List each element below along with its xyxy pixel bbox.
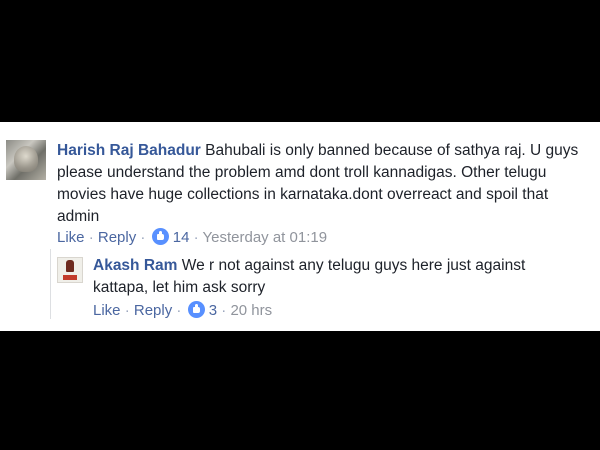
thumbs-up-icon[interactable] <box>151 228 169 245</box>
like-link[interactable]: Like <box>93 302 121 319</box>
separator: · <box>221 302 227 319</box>
comment-actions: Like · Reply · 14 · Yesterday at 01:19 <box>57 228 327 246</box>
timestamp-link[interactable]: 20 hrs <box>230 302 272 319</box>
timestamp-link[interactable]: Yesterday at 01:19 <box>203 229 328 246</box>
reply-author-link[interactable]: Akash Ram <box>93 257 177 274</box>
reaction-count[interactable]: 14 <box>173 229 190 246</box>
avatar[interactable] <box>57 257 83 283</box>
reply-actions: Like · Reply · 3 · 20 hrs <box>93 301 272 319</box>
like-link[interactable]: Like <box>57 229 85 246</box>
avatar[interactable] <box>6 140 46 180</box>
reply-link[interactable]: Reply <box>98 229 136 246</box>
separator: · <box>124 302 130 319</box>
separator: · <box>176 302 182 319</box>
reply-thread-line <box>50 249 51 319</box>
thumbs-up-icon[interactable] <box>187 301 205 318</box>
separator: · <box>193 229 199 246</box>
separator: · <box>88 229 94 246</box>
reply-body: Akash Ram We r not against any telugu gu… <box>93 255 573 299</box>
separator: · <box>140 229 146 246</box>
comment-author-link[interactable]: Harish Raj Bahadur <box>57 142 201 159</box>
reply-link[interactable]: Reply <box>134 302 172 319</box>
reaction-count[interactable]: 3 <box>209 302 217 319</box>
comment-body: Harish Raj Bahadur Bahubali is only bann… <box>57 140 587 228</box>
